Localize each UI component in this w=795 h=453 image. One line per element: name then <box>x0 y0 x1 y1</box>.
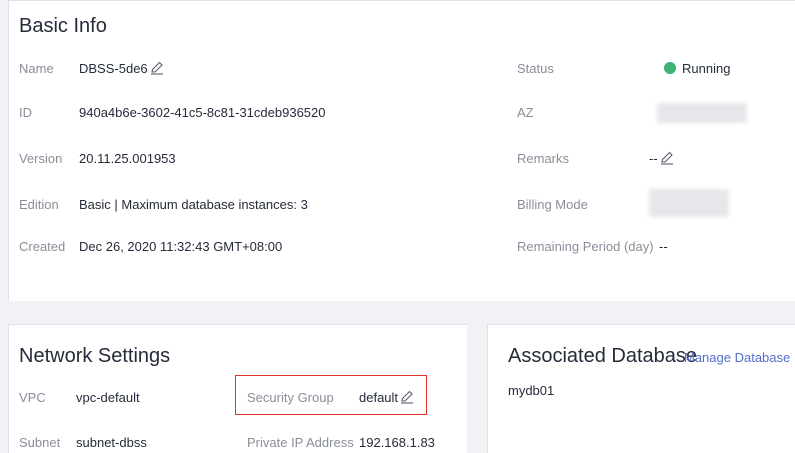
associated-database-panel: Associated Database Manage Database mydb… <box>487 324 795 453</box>
edit-security-group-pencil-icon[interactable] <box>400 390 414 407</box>
name-field: DBSS-5de6 <box>79 61 164 78</box>
billing-mode-label: Billing Mode <box>517 197 588 212</box>
edit-remarks-pencil-icon[interactable] <box>660 151 674 168</box>
edition-label: Edition <box>19 197 59 212</box>
subnet-label: Subnet <box>19 435 61 450</box>
created-label: Created <box>19 239 66 254</box>
version-value: 20.11.25.001953 <box>79 151 176 166</box>
running-status-icon <box>664 62 676 74</box>
basic-info-panel: Basic Info Name DBSS-5de6 ID 940a4b6e-36… <box>8 0 795 301</box>
remarks-field: -- <box>649 151 674 168</box>
basic-info-title: Basic Info <box>19 15 107 37</box>
subnet-value: subnet-dbss <box>76 435 147 450</box>
database-list-item: mydb01 <box>508 383 555 398</box>
name-label: Name <box>19 61 54 76</box>
status-value: Running <box>682 61 731 76</box>
id-label: ID <box>19 105 32 120</box>
edit-name-pencil-icon[interactable] <box>150 61 164 78</box>
remaining-period-label: Remaining Period (day) <box>517 239 654 254</box>
version-label: Version <box>19 151 63 166</box>
manage-database-link[interactable]: Manage Database <box>684 350 790 365</box>
security-group-field: default <box>359 390 414 407</box>
vpc-value: vpc-default <box>76 390 140 405</box>
private-ip-value: 192.168.1.83 <box>359 435 435 450</box>
vpc-label: VPC <box>19 390 46 405</box>
az-label: AZ <box>517 105 534 120</box>
status-label: Status <box>517 61 554 76</box>
security-group-label: Security Group <box>247 390 334 405</box>
az-value-redacted <box>657 103 747 123</box>
network-settings-panel: Network Settings VPC vpc-default Securit… <box>8 324 467 453</box>
name-value: DBSS-5de6 <box>79 61 148 76</box>
edition-value: Basic | Maximum database instances: 3 <box>79 197 308 212</box>
remarks-value: -- <box>649 151 658 166</box>
security-group-value[interactable]: default <box>359 390 398 405</box>
network-settings-title: Network Settings <box>19 345 171 367</box>
billing-mode-value-redacted <box>649 189 729 217</box>
associated-database-title: Associated Database <box>508 345 698 367</box>
remaining-period-value: -- <box>659 239 668 254</box>
private-ip-label: Private IP Address <box>247 435 354 450</box>
created-value: Dec 26, 2020 11:32:43 GMT+08:00 <box>79 239 283 254</box>
id-value: 940a4b6e-3602-41c5-8c81-31cdeb936520 <box>79 105 326 120</box>
remarks-label: Remarks <box>517 151 570 166</box>
